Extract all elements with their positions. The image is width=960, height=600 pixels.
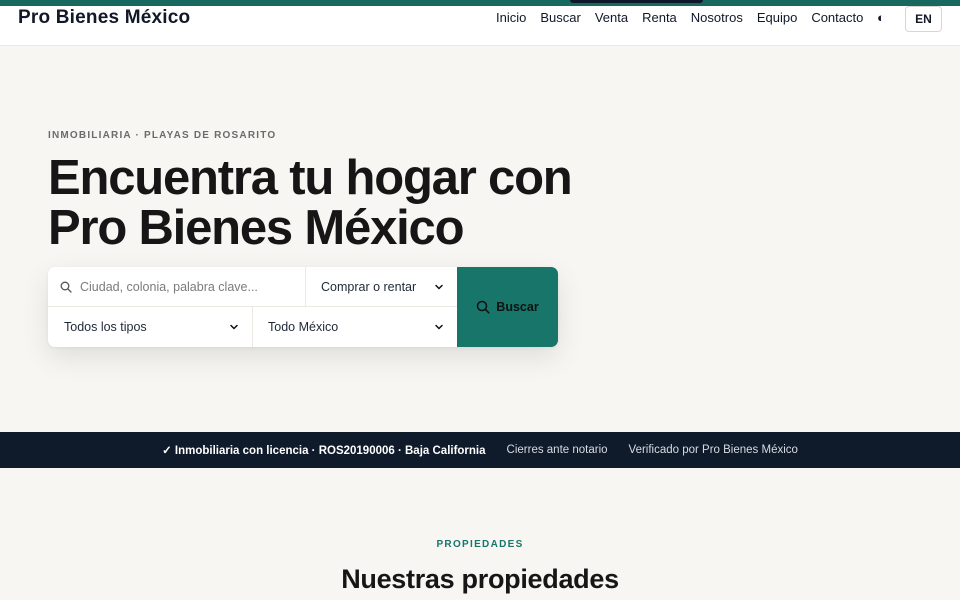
main-nav: Inicio Buscar Venta Renta Nosotros Equip…: [496, 10, 877, 25]
nav-renta[interactable]: Renta: [642, 10, 677, 25]
property-type-select[interactable]: Todos los tipos: [48, 307, 253, 347]
language-button[interactable]: EN: [905, 6, 942, 32]
hero-title-line1: Encuentra tu hogar con: [48, 151, 573, 205]
brand-logo[interactable]: Pro Bienes México: [18, 7, 190, 29]
search-icon: [477, 300, 490, 314]
properties-eyebrow: PROPIEDADES: [436, 539, 524, 550]
properties-title: Nuestras propiedades: [341, 564, 619, 594]
search-button-label: Buscar: [496, 300, 539, 314]
nav-inicio[interactable]: Inicio: [496, 10, 526, 25]
property-type-value: Todos los tipos: [64, 320, 147, 334]
nav-contacto[interactable]: Contacto: [811, 10, 863, 25]
operation-select[interactable]: Comprar o rentar: [306, 267, 457, 307]
location-select[interactable]: Todo México: [253, 307, 457, 347]
license-badge: ✓ Inmobiliaria con licencia · ROS2019000…: [162, 445, 486, 457]
chevron-down-icon: [435, 324, 443, 330]
site-header: Pro Bienes México Inicio Buscar Venta Re…: [0, 6, 960, 46]
hero-title-line2: Pro Bienes México: [48, 201, 465, 255]
nav-venta[interactable]: Venta: [595, 10, 628, 25]
chevron-down-icon: [435, 284, 443, 289]
accent-tab-marker: [570, 0, 703, 3]
search-input[interactable]: [80, 279, 290, 294]
search-icon: [60, 281, 72, 293]
nav-nosotros[interactable]: Nosotros: [691, 10, 743, 25]
trust-bar: ✓ Inmobiliaria con licencia · ROS2019000…: [0, 432, 960, 468]
search-card: Comprar o rentar Todos los tipos Todo Mé…: [48, 267, 558, 347]
location-value: Todo México: [268, 320, 339, 334]
hero-eyebrow: INMOBILIARIA · PLAYAS DE ROSARITO: [48, 130, 277, 141]
theme-toggle-icon[interactable]: ◐: [877, 10, 885, 25]
notary-badge: Cierres ante notario: [506, 444, 608, 456]
operation-value: Comprar o rentar: [321, 279, 417, 294]
chevron-down-icon: [230, 324, 238, 330]
nav-buscar[interactable]: Buscar: [540, 10, 580, 25]
hero-title: Encuentra tu hogar con Pro Bienes México: [48, 153, 608, 253]
nav-equipo[interactable]: Equipo: [757, 10, 797, 25]
keyword-field[interactable]: [48, 267, 306, 307]
search-button[interactable]: Buscar: [457, 267, 558, 347]
verified-badge: Verificado por Pro Bienes México: [628, 444, 798, 456]
